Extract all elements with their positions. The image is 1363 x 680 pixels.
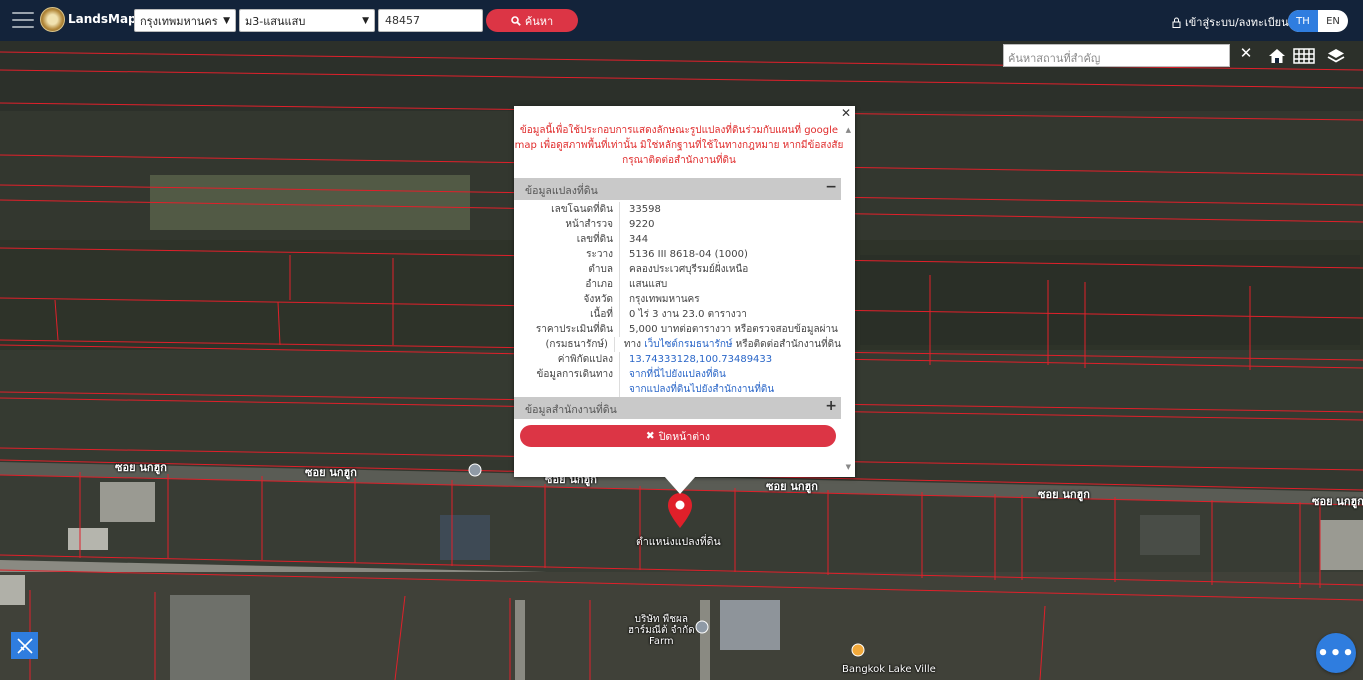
- parcel-details: เลขโฉนดที่ดิน 33598 หน้าสำรวจ 9220 เลขที่ด…: [514, 202, 841, 397]
- menu-icon[interactable]: [12, 12, 34, 28]
- province-select[interactable]: กรุงเทพมหานคร ▼: [134, 9, 236, 32]
- detail-key: เลขที่ดิน: [514, 232, 620, 247]
- search-icon: [511, 15, 521, 26]
- road-label: ซอย นกฮูก: [1312, 495, 1363, 508]
- layers-icon[interactable]: [1324, 44, 1348, 68]
- scroll-down-icon[interactable]: ▼: [846, 463, 851, 471]
- detail-key: ราคาประเมินที่ดิน: [514, 322, 620, 337]
- parcel-section-header[interactable]: ข้อมูลแปลงที่ดิน −: [514, 178, 841, 200]
- lang-th-button[interactable]: TH: [1288, 10, 1318, 32]
- detail-value: 5,000 บาทต่อตารางวา หรือตรวจสอบข้อมูลผ่า…: [629, 324, 838, 335]
- parcel-number-input[interactable]: 48457: [378, 9, 483, 32]
- login-link[interactable]: เข้าสู่ระบบ/ลงทะเบียน: [1172, 13, 1289, 31]
- parcel-pin-label: ตำแหน่งแปลงที่ดิน: [636, 536, 721, 548]
- province-select-value: กรุงเทพมหานคร: [140, 14, 218, 28]
- lock-icon: [1172, 17, 1181, 28]
- search-button[interactable]: ค้นหา: [486, 9, 578, 32]
- language-toggle: TH EN: [1288, 10, 1348, 32]
- detail-key: ตำบล: [514, 262, 620, 277]
- detail-value: 344: [629, 234, 649, 245]
- poi-label-farm[interactable]: บริษัท พืชผล ฮาร์มณีต้ จำกัด Farm: [628, 614, 695, 647]
- popup-pointer: [664, 476, 696, 494]
- expand-icon: +: [825, 398, 837, 414]
- detail-row: เลขที่ดิน 344: [514, 232, 841, 247]
- detail-key: หน้าสำรวจ: [514, 217, 620, 232]
- detail-key: ข้อมูลการเดินทาง: [514, 367, 620, 382]
- directions-to-office-link[interactable]: จากแปลงที่ดินไปยังสำนักงานที่ดิน: [620, 382, 774, 397]
- detail-value: ทาง เว็บไซต์กรมธนารักษ์ หรือติดต่อสำนักง…: [615, 337, 841, 352]
- detail-row: (กรมธนารักษ์) ทาง เว็บไซต์กรมธนารักษ์ หรื…: [514, 337, 841, 352]
- detail-row: ตำบล คลองประเวศบุรีรมย์ฝั่งเหนือ: [514, 262, 841, 277]
- detail-row: จากแปลงที่ดินไปยังสำนักงานที่ดิน: [514, 382, 841, 397]
- detail-value-suffix: หรือติดต่อสำนักงานที่ดิน: [732, 339, 841, 350]
- detail-key: (กรมธนารักษ์): [514, 337, 615, 352]
- detail-value: 9220: [629, 219, 655, 230]
- close-window-button[interactable]: ✖ ปิดหน้าต่าง: [520, 425, 836, 447]
- detail-key: ระวาง: [514, 247, 620, 262]
- ruler-icon: [16, 637, 33, 654]
- road-label: ซอย นกฮูก: [115, 461, 167, 474]
- district-select-value: ม3-แสนแสบ: [245, 14, 306, 28]
- parcel-section-title: ข้อมูลแปลงที่ดิน: [525, 185, 598, 197]
- directions-to-parcel-link[interactable]: จากที่นี่ไปยังแปลงที่ดิน: [620, 367, 726, 382]
- detail-value: คลองประเวศบุรีรมย์ฝั่งเหนือ: [629, 264, 749, 275]
- detail-value: 0 ไร่ 3 งาน 23.0 ตารางวา: [629, 309, 747, 320]
- coordinates-link[interactable]: 13.74333128,100.73489433: [620, 352, 772, 367]
- more-options-button[interactable]: •••: [1316, 633, 1356, 673]
- poi-label-bangkok-lake-ville[interactable]: Bangkok Lake Ville: [842, 664, 936, 675]
- detail-key: [514, 382, 620, 397]
- road-label: ซอย นกฮูก: [766, 480, 818, 493]
- detail-key: เนื้อที่: [514, 307, 620, 322]
- close-icon[interactable]: ✕: [1236, 44, 1256, 66]
- chevron-down-icon: ▼: [362, 15, 369, 26]
- detail-value: 5136 III 8618-04 (1000): [629, 249, 748, 260]
- detail-row: ระวาง 5136 III 8618-04 (1000): [514, 247, 841, 262]
- grid-icon[interactable]: [1292, 44, 1316, 68]
- detail-value-prefix: ทาง: [623, 339, 645, 350]
- disclaimer-notice: ข้อมูลนี้เพื่อใช้ประกอบการแสดงลักษณะรูปแ…: [514, 125, 844, 166]
- office-section-header[interactable]: ข้อมูลสำนักงานที่ดิน +: [514, 397, 841, 419]
- poi-marker-1: [468, 463, 482, 477]
- home-icon[interactable]: [1265, 44, 1289, 68]
- detail-key: จังหวัด: [514, 292, 620, 307]
- scroll-up-icon[interactable]: ▲: [846, 126, 851, 134]
- detail-row: ค่าพิกัดแปลง 13.74333128,100.73489433: [514, 352, 841, 367]
- login-label: เข้าสู่ระบบ/ลงทะเบียน: [1185, 16, 1289, 29]
- detail-row: เนื้อที่ 0 ไร่ 3 งาน 23.0 ตารางวา: [514, 307, 841, 322]
- road-label: ซอย นกฮูก: [305, 466, 357, 479]
- detail-row: เลขโฉนดที่ดิน 33598: [514, 202, 841, 217]
- treasury-website-link[interactable]: เว็บไซต์กรมธนารักษ์: [644, 339, 732, 350]
- detail-row: อำเภอ แสนแสบ: [514, 277, 841, 292]
- detail-row: ข้อมูลการเดินทาง จากที่นี่ไปยังแปลงที่ดิน: [514, 367, 841, 382]
- district-select[interactable]: ม3-แสนแสบ ▼: [239, 9, 375, 32]
- place-search-input[interactable]: ค้นหาสถานที่สำคัญ: [1003, 44, 1230, 67]
- detail-key: เลขโฉนดที่ดิน: [514, 202, 620, 217]
- detail-value: 33598: [629, 204, 661, 215]
- detail-row: จังหวัด กรุงเทพมหานคร: [514, 292, 841, 307]
- chevron-down-icon: ▼: [223, 15, 230, 26]
- more-dots-icon: •••: [1317, 642, 1355, 664]
- lang-en-button[interactable]: EN: [1318, 10, 1348, 32]
- detail-key: อำเภอ: [514, 277, 620, 292]
- search-button-label: ค้นหา: [524, 14, 554, 28]
- parcel-info-popup: ✕ ▲ ▼ ข้อมูลนี้เพื่อใช้ประกอบการแสดงลักษ…: [514, 106, 855, 477]
- detail-key: ค่าพิกัดแปลง: [514, 352, 620, 367]
- close-icon: ✖: [645, 430, 655, 442]
- top-navbar: LandsMaps กรุงเทพมหานคร ▼ ม3-แสนแสบ ▼ 48…: [0, 0, 1363, 41]
- collapse-icon: −: [825, 179, 837, 195]
- popup-close-icon[interactable]: ✕: [841, 106, 851, 120]
- landsmaps-logo: [40, 7, 65, 32]
- measure-tool-button[interactable]: [11, 632, 38, 659]
- detail-value: แสนแสบ: [629, 279, 668, 290]
- detail-row: หน้าสำรวจ 9220: [514, 217, 841, 232]
- office-section-title: ข้อมูลสำนักงานที่ดิน: [525, 404, 617, 416]
- detail-value: กรุงเทพมหานคร: [629, 294, 700, 305]
- close-window-label: ปิดหน้าต่าง: [658, 430, 711, 443]
- detail-row: ราคาประเมินที่ดิน 5,000 บาทต่อตารางวา หรื…: [514, 322, 841, 337]
- brand-name: LandsMaps: [68, 12, 144, 26]
- road-label: ซอย นกฮูก: [1038, 488, 1090, 501]
